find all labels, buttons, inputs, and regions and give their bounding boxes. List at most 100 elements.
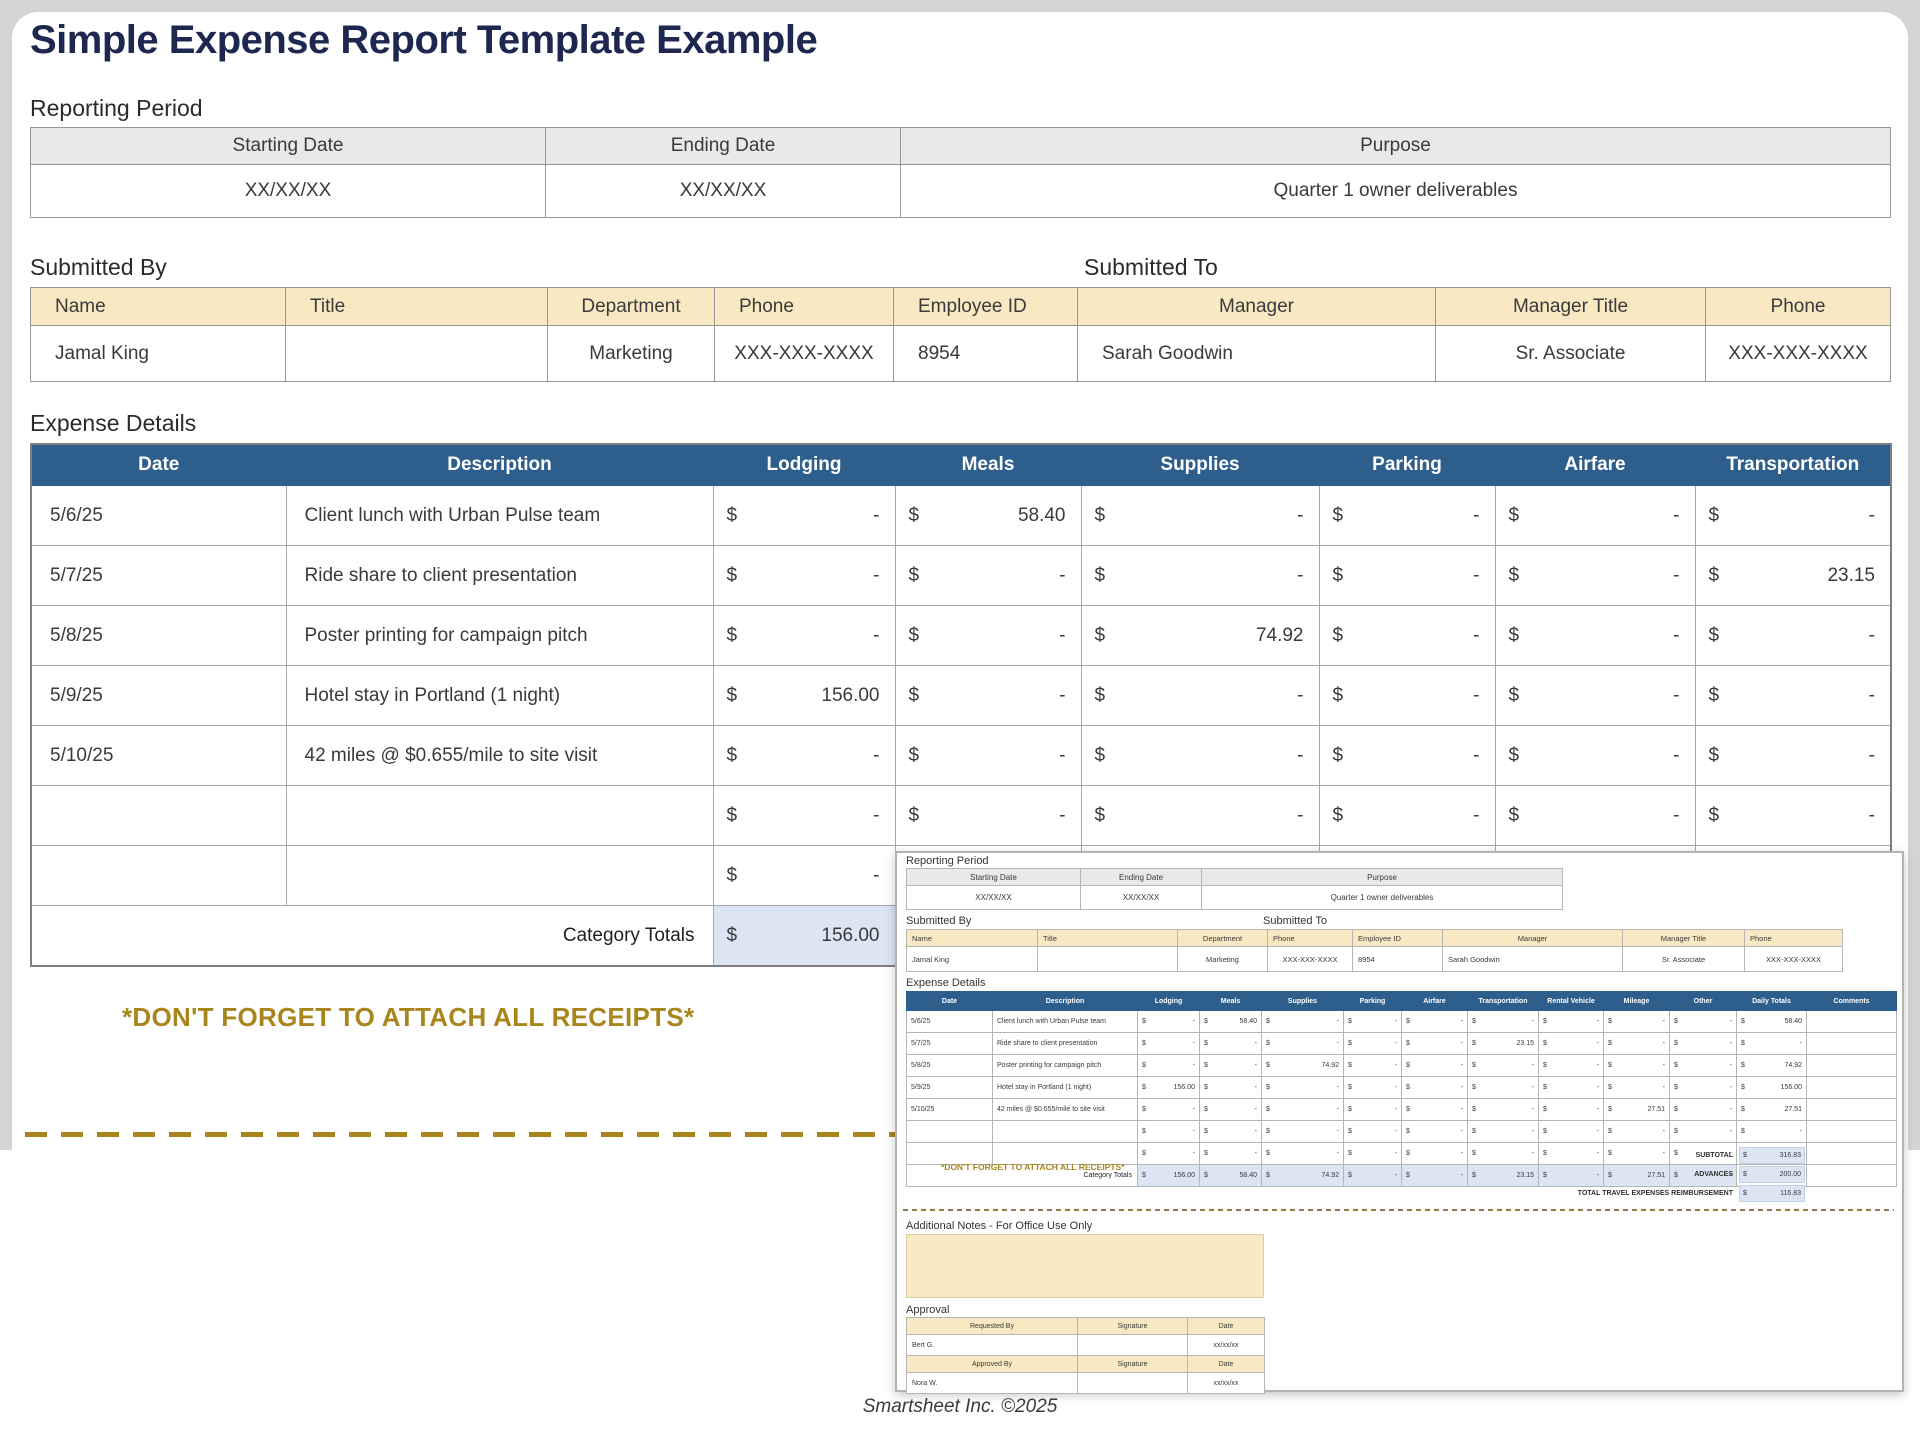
comments-cell <box>1807 1077 1897 1099</box>
inset-expense-row: 5/7/25 Ride share to client presentation… <box>907 1033 1897 1055</box>
dollar-sign: $ <box>1472 1062 1476 1069</box>
airfare-cell: $- <box>1495 546 1695 606</box>
parking-cell: $- <box>1344 1077 1402 1099</box>
amount-value: 156.00 <box>821 685 879 707</box>
comments-cell <box>1807 1033 1897 1055</box>
other-cell: $- <box>1670 1055 1737 1077</box>
description-cell: 42 miles @ $0.655/mile to site visit <box>993 1099 1138 1121</box>
comments-cell <box>1807 1011 1897 1033</box>
dollar-sign: $ <box>1509 805 1520 827</box>
dollar-sign: $ <box>1095 625 1106 647</box>
dollar-sign: $ <box>1348 1084 1352 1091</box>
date-cell <box>31 786 286 846</box>
dollar-sign: $ <box>727 505 738 527</box>
dollar-sign: $ <box>1741 1018 1745 1025</box>
mileage-cell: $- <box>1604 1055 1670 1077</box>
mileage-cell: $- <box>1604 1121 1670 1143</box>
amount-value: - <box>1461 1084 1463 1091</box>
approved-signature-cell <box>1078 1373 1188 1394</box>
dollar-sign: $ <box>1608 1128 1612 1135</box>
requested-date-value: xx/xx/xx <box>1188 1335 1265 1356</box>
dollar-sign: $ <box>1472 1084 1476 1091</box>
dollar-sign: $ <box>1333 685 1344 707</box>
transportation-cell: $- <box>1695 666 1891 726</box>
parking-cell: $- <box>1319 546 1495 606</box>
comments-cell <box>1807 1099 1897 1121</box>
description-cell: Client lunch with Urban Pulse team <box>286 486 713 546</box>
advances-value: 200.00 <box>1780 1171 1801 1178</box>
expense-row: 5/6/25 Client lunch with Urban Pulse tea… <box>31 486 1891 546</box>
dollar-sign: $ <box>909 565 920 587</box>
dollar-sign: $ <box>1741 1106 1745 1113</box>
dollar-sign: $ <box>1709 505 1720 527</box>
lodging-cell: $- <box>1138 1121 1200 1143</box>
dollar-sign: $ <box>1608 1106 1612 1113</box>
manager-phone-value: XXX-XXX-XXXX <box>1706 326 1891 382</box>
amount-value: 27.51 <box>1647 1106 1665 1113</box>
daily-total-cell: $- <box>1737 1121 1807 1143</box>
amount-value: 23.15 <box>1516 1040 1534 1047</box>
other-cell: $- <box>1670 1077 1737 1099</box>
dollar-sign: $ <box>727 745 738 767</box>
amount-value: - <box>1059 805 1065 827</box>
requested-by-label: Requested By <box>907 1318 1078 1335</box>
supplies-cell: $- <box>1081 486 1319 546</box>
dollar-sign: $ <box>1095 805 1106 827</box>
col-name: Name <box>907 930 1038 947</box>
dollar-sign: $ <box>1142 1018 1146 1025</box>
date-cell: 5/8/25 <box>907 1055 993 1077</box>
meals-cell: $- <box>1200 1121 1262 1143</box>
dollar-sign: $ <box>1472 1106 1476 1113</box>
amount-value: - <box>1532 1062 1534 1069</box>
inset-expense-row: 5/6/25 Client lunch with Urban Pulse tea… <box>907 1011 1897 1033</box>
dollar-sign: $ <box>1472 1040 1476 1047</box>
col-department: Department <box>548 288 715 326</box>
amount-value: - <box>1193 1062 1195 1069</box>
amount-value: - <box>1673 505 1679 527</box>
date-label: Date <box>1188 1318 1265 1335</box>
dollar-sign: $ <box>1543 1040 1547 1047</box>
starting-date-value: XX/XX/XX <box>31 165 546 218</box>
meals-cell: $- <box>1200 1077 1262 1099</box>
inset-dashed-divider <box>903 1209 1894 1211</box>
supplies-cell: $- <box>1262 1121 1344 1143</box>
dollar-sign: $ <box>1204 1062 1208 1069</box>
col-description: Description <box>993 992 1138 1011</box>
dollar-sign: $ <box>1608 1018 1612 1025</box>
expense-header-row: Date Description Lodging Meals Supplies … <box>31 444 1891 486</box>
name-value: Jamal King <box>31 326 286 382</box>
col-manager-title: Manager Title <box>1623 930 1745 947</box>
lodging-cell: $- <box>713 846 895 906</box>
subtotal-label: SUBTOTAL <box>1696 1152 1739 1159</box>
dollar-sign: $ <box>1204 1106 1208 1113</box>
col-manager-title: Manager Title <box>1436 288 1706 326</box>
amount-value: - <box>1461 1062 1463 1069</box>
phone-value: XXX-XXX-XXXX <box>715 326 894 382</box>
col-name: Name <box>31 288 286 326</box>
date-cell <box>907 1121 993 1143</box>
dollar-sign: $ <box>1406 1106 1410 1113</box>
meals-cell: $- <box>1200 1033 1262 1055</box>
dollar-sign: $ <box>1709 625 1720 647</box>
amount-value: - <box>1297 745 1303 767</box>
dollar-sign: $ <box>1333 805 1344 827</box>
transportation-cell: $23.15 <box>1468 1033 1539 1055</box>
airfare-cell: $- <box>1495 726 1695 786</box>
dollar-sign: $ <box>1509 685 1520 707</box>
daily-total-cell: $156.00 <box>1737 1077 1807 1099</box>
dollar-sign: $ <box>1348 1128 1352 1135</box>
dollar-sign: $ <box>1333 625 1344 647</box>
dollar-sign: $ <box>1543 1084 1547 1091</box>
amount-value: - <box>1597 1018 1599 1025</box>
col-purpose: Purpose <box>901 128 1891 165</box>
dollar-sign: $ <box>1472 1018 1476 1025</box>
col-comments: Comments <box>1807 992 1897 1011</box>
amount-value: - <box>1869 625 1875 647</box>
dollar-sign: $ <box>1674 1062 1678 1069</box>
inset-expense-row: 5/8/25 Poster printing for campaign pitc… <box>907 1055 1897 1077</box>
inset-submitted-to-heading: Submitted To <box>1263 915 1327 927</box>
reimbursement-row: TOTAL TRAVEL EXPENSES REIMBURSEMENT $116… <box>906 1184 1805 1203</box>
inset-approval-table: Requested By Signature Date Bert G. xx/x… <box>906 1317 1265 1394</box>
inset-full-template-preview: Reporting Period Starting Date Ending Da… <box>895 851 1904 1392</box>
submitted-header-row: Name Title Department Phone Employee ID … <box>31 288 1891 326</box>
